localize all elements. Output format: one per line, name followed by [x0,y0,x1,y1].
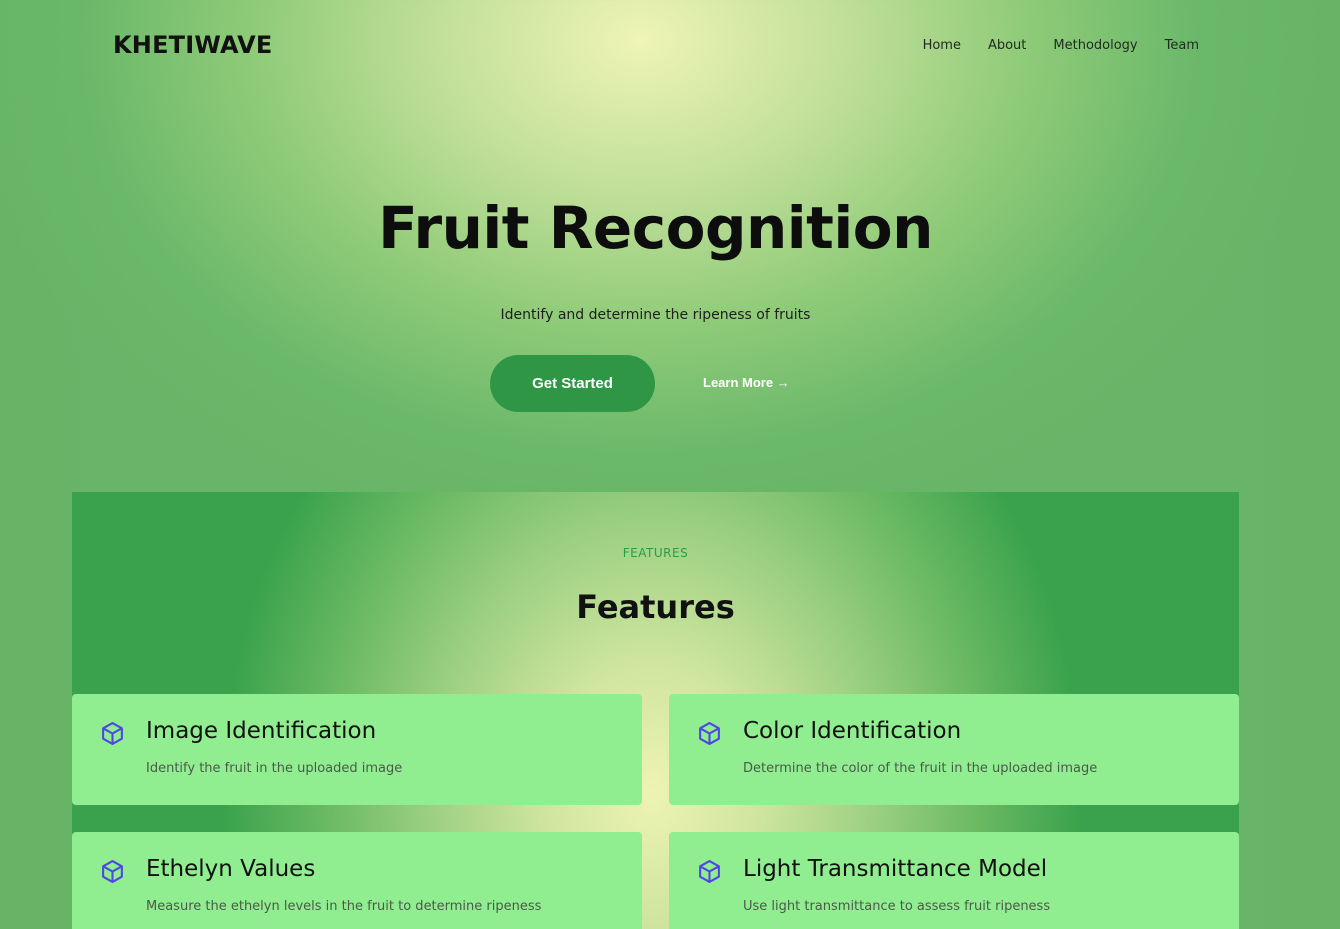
site-logo[interactable]: KHETIWAVE [113,31,273,59]
features-section: FEATURES Features Image Identification I… [72,492,1239,929]
cube-icon [102,722,123,745]
feature-card-image-identification[interactable]: Image Identification Identify the fruit … [72,694,642,805]
feature-title: Image Identification [146,718,377,744]
feature-description: Identify the fruit in the uploaded image [146,761,403,776]
feature-card-color-identification[interactable]: Color Identification Determine the color… [669,694,1239,805]
feature-description: Use light transmittance to assess fruit … [743,899,1051,914]
features-heading: Features [576,588,735,626]
learn-more-link[interactable]: Learn More → [703,375,790,390]
cube-icon [699,722,720,745]
feature-card-light-transmittance[interactable]: Light Transmittance Model Use light tran… [669,832,1239,929]
site-header: KHETIWAVE Home About Methodology Team [0,0,1340,102]
nav-home[interactable]: Home [923,38,961,53]
nav-methodology[interactable]: Methodology [1053,38,1137,53]
hero-subtitle: Identify and determine the ripeness of f… [500,307,811,323]
main-container: Fruit Recognition Identify and determine… [72,102,1239,929]
nav-team[interactable]: Team [1165,38,1199,53]
hero-title: Fruit Recognition [378,194,933,262]
feature-title: Ethelyn Values [146,856,316,882]
cube-icon [699,860,720,883]
feature-card-ethelyn-values[interactable]: Ethelyn Values Measure the ethelyn level… [72,832,642,929]
cube-icon [102,860,123,883]
feature-title: Light Transmittance Model [743,856,1048,882]
get-started-button[interactable]: Get Started [490,355,655,412]
hero-section: Fruit Recognition Identify and determine… [72,102,1239,492]
feature-title: Color Identification [743,718,962,744]
nav-about[interactable]: About [988,38,1026,53]
feature-description: Determine the color of the fruit in the … [743,761,1098,776]
features-eyebrow: FEATURES [622,546,689,560]
feature-description: Measure the ethelyn levels in the fruit … [146,899,542,914]
main-nav: Home About Methodology Team [923,38,1199,53]
